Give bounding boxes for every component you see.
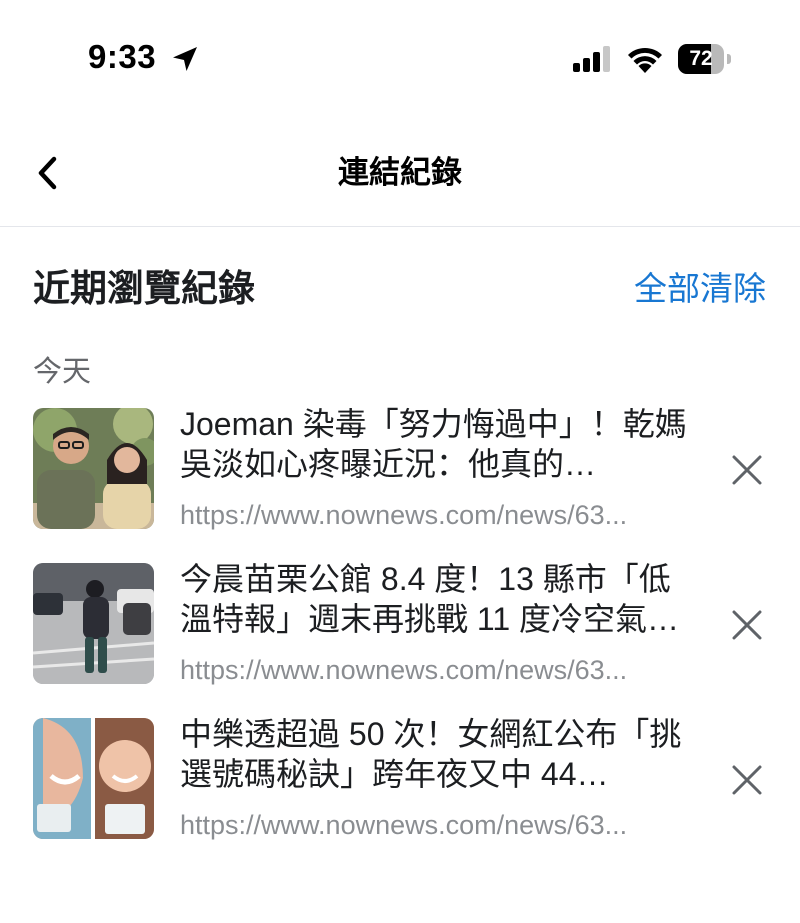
history-item-url: https://www.nownews.com/news/63... xyxy=(180,810,628,840)
remove-history-button[interactable] xyxy=(725,605,769,649)
thumbnail-image xyxy=(33,563,154,684)
status-bar: 9:33 72 xyxy=(0,0,800,120)
clear-all-button[interactable]: 全部清除 xyxy=(634,262,766,310)
close-icon xyxy=(731,764,763,801)
close-icon xyxy=(731,454,763,491)
chevron-left-icon xyxy=(36,156,58,195)
back-button[interactable] xyxy=(22,150,72,200)
history-item-title: 中樂透超過 50 次！女網紅公布「挑選號碼秘訣」跨年夜又中 44… xyxy=(180,716,682,792)
nav-bar: 連結紀錄 xyxy=(0,120,800,227)
history-item-url: https://www.nownews.com/news/63... xyxy=(180,500,628,530)
battery-percent: 72 xyxy=(689,47,713,70)
wifi-icon xyxy=(625,43,665,73)
history-item[interactable]: 中樂透超過 50 次！女網紅公布「挑選號碼秘訣」跨年夜又中 44… https:… xyxy=(0,716,800,858)
thumbnail-image xyxy=(33,718,154,839)
history-item-title: 今晨苗栗公館 8.4 度！13 縣市「低溫特報」週末再挑戰 11 度冷空氣… xyxy=(180,561,680,637)
remove-history-button[interactable] xyxy=(725,760,769,804)
history-item[interactable]: 今晨苗栗公館 8.4 度！13 縣市「低溫特報」週末再挑戰 11 度冷空氣… h… xyxy=(0,561,800,703)
cellular-signal-icon xyxy=(573,46,613,72)
battery-icon: 72 xyxy=(678,44,731,74)
history-item-url: https://www.nownews.com/news/63... xyxy=(180,655,628,685)
location-arrow-icon xyxy=(170,44,200,74)
close-icon xyxy=(731,609,763,646)
date-group-label: 今天 xyxy=(33,356,92,388)
remove-history-button[interactable] xyxy=(725,450,769,494)
section-title: 近期瀏覽紀錄 xyxy=(33,268,255,309)
history-item[interactable]: Joeman 染毒「努力悔過中」！乾媽吳淡如心疼曝近況：他真的… https:/… xyxy=(0,406,800,548)
history-item-title: Joeman 染毒「努力悔過中」！乾媽吳淡如心疼曝近況：他真的… xyxy=(180,406,687,482)
thumbnail-image xyxy=(33,408,154,529)
page-title: 連結紀錄 xyxy=(338,155,462,190)
status-time: 9:33 xyxy=(88,38,157,75)
